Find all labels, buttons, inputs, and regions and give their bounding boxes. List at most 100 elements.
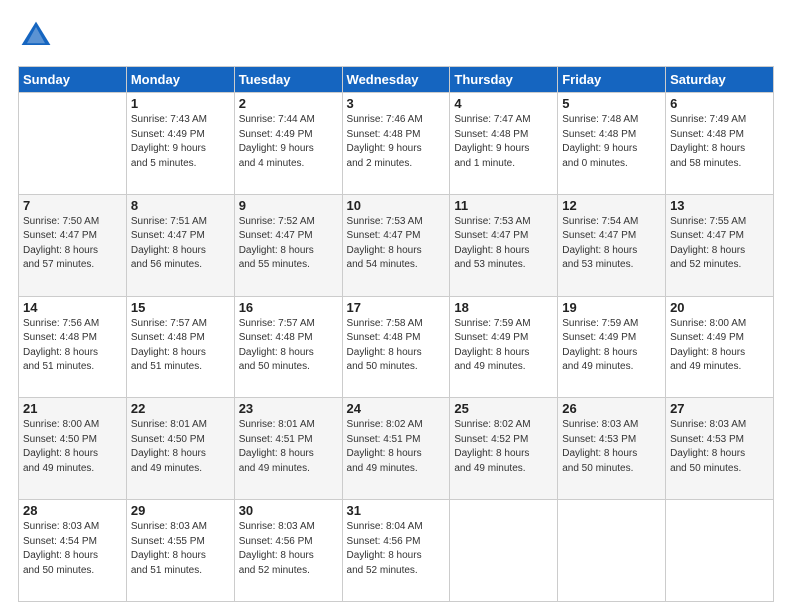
calendar-week-row: 7 Sunrise: 7:50 AM Sunset: 4:47 PM Daylig… [19, 194, 774, 296]
day-info: Sunrise: 7:54 AM Sunset: 4:47 PM Dayligh… [562, 215, 661, 273]
col-tuesday: Tuesday [234, 67, 342, 93]
day-info: Sunrise: 7:53 AM Sunset: 4:47 PM Dayligh… [454, 215, 553, 273]
day-number: 7 [23, 198, 122, 213]
table-row [558, 500, 666, 602]
table-row: 3 Sunrise: 7:46 AM Sunset: 4:48 PM Daylig… [342, 93, 450, 195]
day-info: Sunrise: 7:57 AM Sunset: 4:48 PM Dayligh… [239, 317, 338, 375]
table-row: 13Sunrise: 7:55 AM Sunset: 4:47 PM Dayli… [666, 194, 774, 296]
day-info: Sunrise: 8:00 AM Sunset: 4:50 PM Dayligh… [23, 418, 122, 476]
day-info: Sunrise: 7:59 AM Sunset: 4:49 PM Dayligh… [562, 317, 661, 375]
table-row: 31 Sunrise: 8:04 AM Sunset: 4:56 PM Dayli… [342, 500, 450, 602]
day-number: 23 [239, 401, 338, 416]
table-row: 24 Sunrise: 8:02 AM Sunset: 4:51 PM Dayli… [342, 398, 450, 500]
day-info: Sunrise: 7:43 AM Sunset: 4:49 PM Dayligh… [131, 113, 230, 171]
calendar-week-row: 14Sunrise: 7:56 AM Sunset: 4:48 PM Dayli… [19, 296, 774, 398]
col-wednesday: Wednesday [342, 67, 450, 93]
day-number: 13 [670, 198, 769, 213]
day-number: 20 [670, 300, 769, 315]
table-row [450, 500, 558, 602]
day-number: 12 [562, 198, 661, 213]
col-thursday: Thursday [450, 67, 558, 93]
day-info: Sunrise: 8:01 AM Sunset: 4:51 PM Dayligh… [239, 418, 338, 476]
table-row: 27 Sunrise: 8:03 AM Sunset: 4:53 PM Dayli… [666, 398, 774, 500]
day-number: 27 [670, 401, 769, 416]
logo [18, 18, 60, 54]
table-row [666, 500, 774, 602]
day-number: 3 [347, 96, 446, 111]
day-info: Sunrise: 8:01 AM Sunset: 4:50 PM Dayligh… [131, 418, 230, 476]
table-row [19, 93, 127, 195]
day-number: 16 [239, 300, 338, 315]
table-row: 11Sunrise: 7:53 AM Sunset: 4:47 PM Dayli… [450, 194, 558, 296]
day-number: 25 [454, 401, 553, 416]
table-row: 21 Sunrise: 8:00 AM Sunset: 4:50 PM Dayli… [19, 398, 127, 500]
day-info: Sunrise: 7:50 AM Sunset: 4:47 PM Dayligh… [23, 215, 122, 273]
day-info: Sunrise: 8:02 AM Sunset: 4:52 PM Dayligh… [454, 418, 553, 476]
day-info: Sunrise: 7:52 AM Sunset: 4:47 PM Dayligh… [239, 215, 338, 273]
day-info: Sunrise: 8:04 AM Sunset: 4:56 PM Dayligh… [347, 520, 446, 578]
day-number: 17 [347, 300, 446, 315]
table-row: 29 Sunrise: 8:03 AM Sunset: 4:55 PM Dayli… [126, 500, 234, 602]
table-row: 10 Sunrise: 7:53 AM Sunset: 4:47 PM Dayli… [342, 194, 450, 296]
table-row: 6Sunrise: 7:49 AM Sunset: 4:48 PM Daylig… [666, 93, 774, 195]
day-info: Sunrise: 7:49 AM Sunset: 4:48 PM Dayligh… [670, 113, 769, 171]
day-info: Sunrise: 7:47 AM Sunset: 4:48 PM Dayligh… [454, 113, 553, 171]
table-row: 12 Sunrise: 7:54 AM Sunset: 4:47 PM Dayli… [558, 194, 666, 296]
day-number: 31 [347, 503, 446, 518]
table-row: 5Sunrise: 7:48 AM Sunset: 4:48 PM Daylig… [558, 93, 666, 195]
col-friday: Friday [558, 67, 666, 93]
table-row: 17 Sunrise: 7:58 AM Sunset: 4:48 PM Dayli… [342, 296, 450, 398]
logo-icon [18, 18, 54, 54]
day-number: 24 [347, 401, 446, 416]
day-info: Sunrise: 8:02 AM Sunset: 4:51 PM Dayligh… [347, 418, 446, 476]
day-info: Sunrise: 8:03 AM Sunset: 4:53 PM Dayligh… [562, 418, 661, 476]
calendar-week-row: 21 Sunrise: 8:00 AM Sunset: 4:50 PM Dayli… [19, 398, 774, 500]
day-info: Sunrise: 7:59 AM Sunset: 4:49 PM Dayligh… [454, 317, 553, 375]
day-number: 10 [347, 198, 446, 213]
table-row: 19 Sunrise: 7:59 AM Sunset: 4:49 PM Dayli… [558, 296, 666, 398]
col-saturday: Saturday [666, 67, 774, 93]
page: Sunday Monday Tuesday Wednesday Thursday… [0, 0, 792, 612]
table-row: 23 Sunrise: 8:01 AM Sunset: 4:51 PM Dayli… [234, 398, 342, 500]
table-row: 26Sunrise: 8:03 AM Sunset: 4:53 PM Dayli… [558, 398, 666, 500]
day-info: Sunrise: 7:57 AM Sunset: 4:48 PM Dayligh… [131, 317, 230, 375]
calendar-week-row: 1 Sunrise: 7:43 AM Sunset: 4:49 PM Daylig… [19, 93, 774, 195]
table-row: 25 Sunrise: 8:02 AM Sunset: 4:52 PM Dayli… [450, 398, 558, 500]
day-info: Sunrise: 8:00 AM Sunset: 4:49 PM Dayligh… [670, 317, 769, 375]
day-number: 9 [239, 198, 338, 213]
day-number: 18 [454, 300, 553, 315]
table-row: 16 Sunrise: 7:57 AM Sunset: 4:48 PM Dayli… [234, 296, 342, 398]
day-info: Sunrise: 7:58 AM Sunset: 4:48 PM Dayligh… [347, 317, 446, 375]
day-number: 4 [454, 96, 553, 111]
day-number: 14 [23, 300, 122, 315]
day-number: 15 [131, 300, 230, 315]
day-info: Sunrise: 7:53 AM Sunset: 4:47 PM Dayligh… [347, 215, 446, 273]
table-row: 14Sunrise: 7:56 AM Sunset: 4:48 PM Dayli… [19, 296, 127, 398]
day-info: Sunrise: 8:03 AM Sunset: 4:56 PM Dayligh… [239, 520, 338, 578]
col-sunday: Sunday [19, 67, 127, 93]
day-info: Sunrise: 8:03 AM Sunset: 4:55 PM Dayligh… [131, 520, 230, 578]
day-number: 8 [131, 198, 230, 213]
day-number: 22 [131, 401, 230, 416]
calendar-table: Sunday Monday Tuesday Wednesday Thursday… [18, 66, 774, 602]
day-number: 28 [23, 503, 122, 518]
day-info: Sunrise: 7:46 AM Sunset: 4:48 PM Dayligh… [347, 113, 446, 171]
table-row: 4 Sunrise: 7:47 AM Sunset: 4:48 PM Daylig… [450, 93, 558, 195]
day-number: 1 [131, 96, 230, 111]
day-info: Sunrise: 8:03 AM Sunset: 4:53 PM Dayligh… [670, 418, 769, 476]
table-row: 15 Sunrise: 7:57 AM Sunset: 4:48 PM Dayli… [126, 296, 234, 398]
day-number: 5 [562, 96, 661, 111]
day-number: 29 [131, 503, 230, 518]
day-number: 21 [23, 401, 122, 416]
table-row: 8 Sunrise: 7:51 AM Sunset: 4:47 PM Daylig… [126, 194, 234, 296]
day-info: Sunrise: 7:44 AM Sunset: 4:49 PM Dayligh… [239, 113, 338, 171]
day-number: 19 [562, 300, 661, 315]
day-number: 30 [239, 503, 338, 518]
table-row: 2Sunrise: 7:44 AM Sunset: 4:49 PM Daylig… [234, 93, 342, 195]
header [18, 18, 774, 54]
table-row: 7 Sunrise: 7:50 AM Sunset: 4:47 PM Daylig… [19, 194, 127, 296]
table-row: 18 Sunrise: 7:59 AM Sunset: 4:49 PM Dayli… [450, 296, 558, 398]
table-row: 28Sunrise: 8:03 AM Sunset: 4:54 PM Dayli… [19, 500, 127, 602]
day-info: Sunrise: 7:51 AM Sunset: 4:47 PM Dayligh… [131, 215, 230, 273]
calendar-header-row: Sunday Monday Tuesday Wednesday Thursday… [19, 67, 774, 93]
